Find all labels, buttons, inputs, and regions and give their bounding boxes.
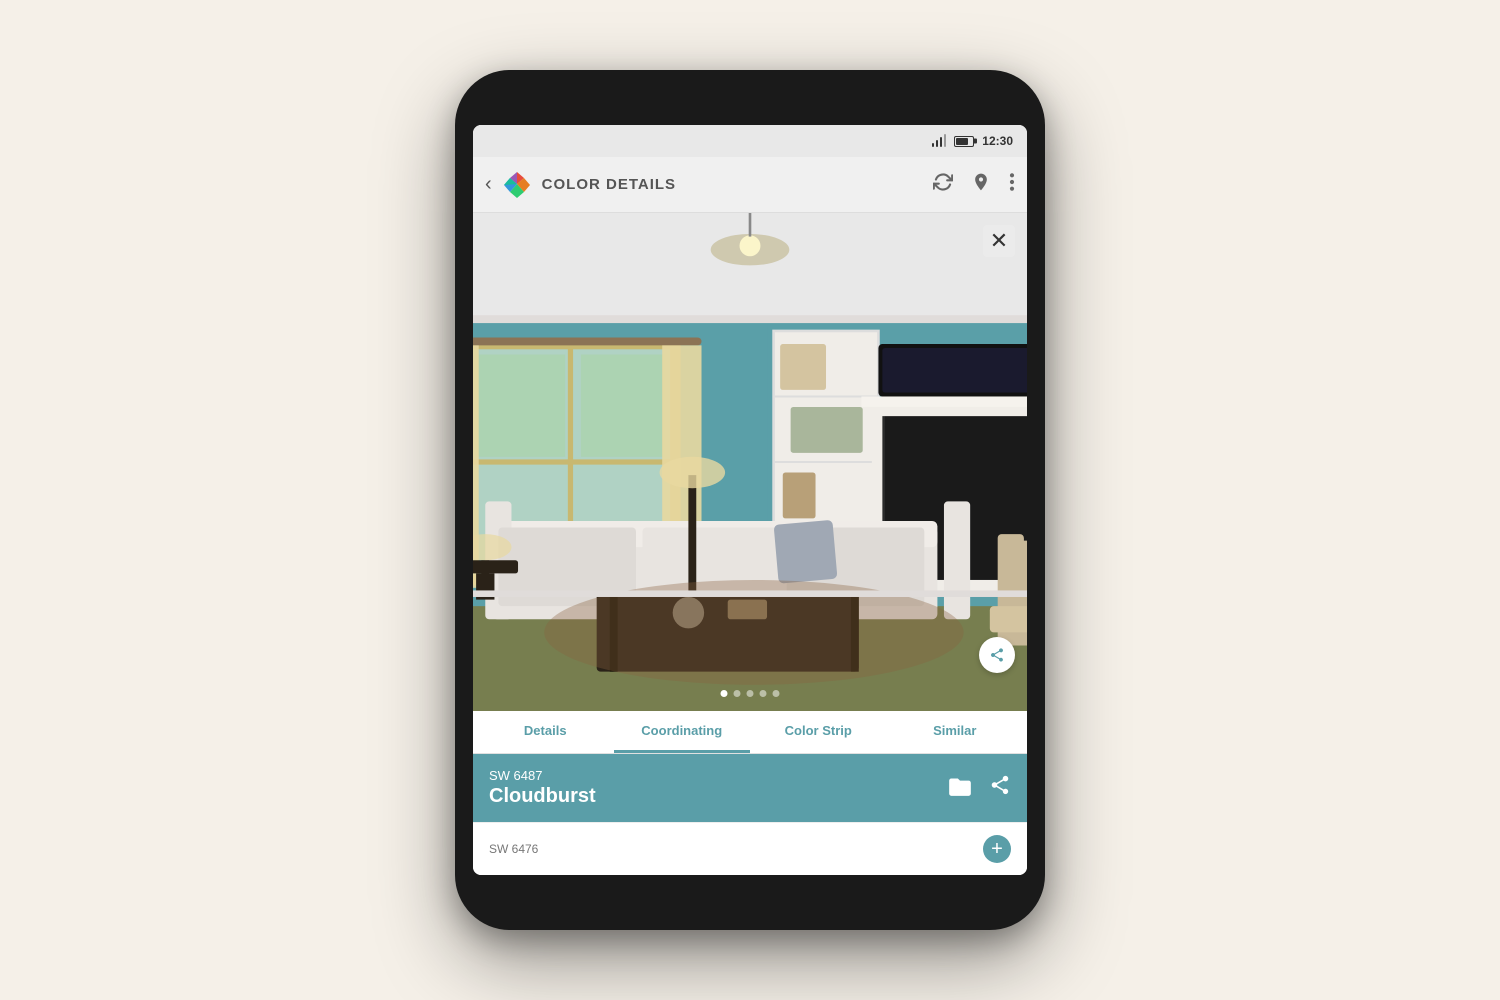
page-title: COLOR DETAILS (542, 176, 923, 193)
dot-4[interactable] (760, 690, 767, 697)
phone-wrapper: 12:30 ‹ COLOR DETAILS (455, 70, 1045, 930)
share-fab-button[interactable] (979, 637, 1015, 673)
dot-5[interactable] (773, 690, 780, 697)
related-color-info: SW 6476 (489, 842, 538, 856)
folder-button[interactable] (947, 774, 973, 802)
app-logo (502, 170, 532, 200)
dot-1[interactable] (721, 690, 728, 697)
share-button[interactable] (989, 774, 1011, 802)
related-color-code: SW 6476 (489, 842, 538, 856)
status-bar: 12:30 (473, 125, 1027, 157)
dot-2[interactable] (734, 690, 741, 697)
phone-screen: 12:30 ‹ COLOR DETAILS (473, 125, 1027, 875)
app-header: ‹ COLOR DETAILS (473, 157, 1027, 213)
back-button[interactable]: ‹ (485, 173, 492, 196)
dot-3[interactable] (747, 690, 754, 697)
room-image: ✕ (473, 213, 1027, 711)
tab-coordinating[interactable]: Coordinating (614, 711, 751, 753)
color-name-block: SW 6487 Cloudburst (489, 768, 596, 808)
tabs-bar: Details Coordinating Color Strip Similar (473, 711, 1027, 754)
image-dots (721, 690, 780, 697)
battery-icon (954, 136, 974, 147)
tab-details[interactable]: Details (477, 711, 614, 753)
header-icons (933, 172, 1015, 197)
add-color-button[interactable]: + (983, 835, 1011, 863)
location-icon[interactable] (971, 172, 991, 197)
signal-icon (932, 135, 946, 147)
color-code: SW 6487 (489, 768, 596, 783)
color-actions (947, 774, 1011, 802)
tab-color-strip[interactable]: Color Strip (750, 711, 887, 753)
color-name: Cloudburst (489, 785, 596, 808)
more-icon[interactable] (1009, 172, 1015, 197)
tab-similar[interactable]: Similar (887, 711, 1024, 753)
related-color-section: SW 6476 + (473, 822, 1027, 875)
close-button[interactable]: ✕ (983, 225, 1015, 257)
color-info-section: SW 6487 Cloudburst (473, 754, 1027, 822)
status-time: 12:30 (982, 134, 1013, 148)
refresh-icon[interactable] (933, 172, 953, 197)
